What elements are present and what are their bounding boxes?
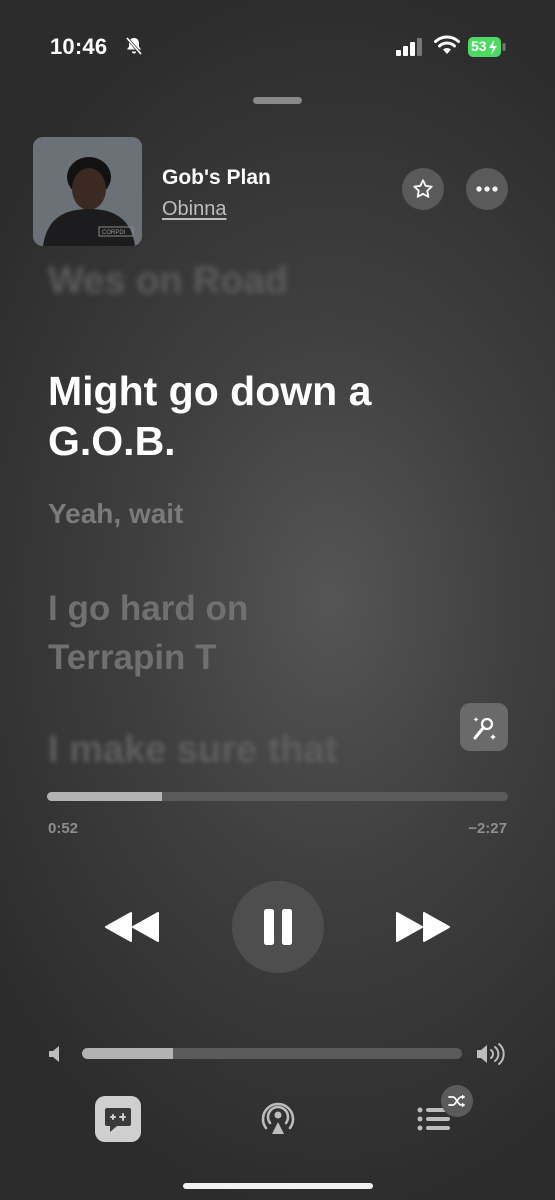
shuffle-badge[interactable] bbox=[441, 1085, 473, 1117]
artist-link[interactable]: Obinna bbox=[162, 198, 227, 221]
shuffle-icon bbox=[448, 1094, 465, 1108]
playback-progress-fill bbox=[47, 792, 163, 801]
ellipsis-icon bbox=[476, 186, 498, 192]
home-indicator bbox=[183, 1183, 373, 1189]
sheet-grabber[interactable] bbox=[253, 97, 302, 104]
battery-level: 53 bbox=[471, 38, 487, 54]
volume-low-icon bbox=[49, 1046, 59, 1062]
volume-level-fill bbox=[82, 1048, 174, 1059]
wifi-icon bbox=[434, 35, 460, 54]
pause-icon bbox=[264, 909, 292, 945]
microphone-sparkle-icon bbox=[473, 717, 496, 740]
song-title[interactable]: Gob's Plan bbox=[162, 166, 271, 190]
star-icon bbox=[413, 179, 433, 198]
album-artwork[interactable]: CORPDI bbox=[33, 137, 142, 246]
favorite-button[interactable] bbox=[402, 168, 444, 210]
sing-along-button[interactable] bbox=[460, 703, 508, 751]
fast-forward-icon bbox=[396, 912, 450, 942]
playback-scrubber[interactable] bbox=[47, 792, 508, 801]
volume-slider[interactable] bbox=[82, 1048, 462, 1059]
fast-forward-button[interactable] bbox=[395, 910, 451, 944]
lyric-line-previous[interactable]: Wes on Road bbox=[48, 258, 488, 304]
remaining-time: −2:27 bbox=[468, 820, 507, 837]
status-time: 10:46 bbox=[50, 34, 108, 59]
more-options-button[interactable] bbox=[466, 168, 508, 210]
lyric-line-next[interactable]: I make sure that bbox=[48, 727, 488, 773]
elapsed-time: 0:52 bbox=[48, 820, 79, 837]
lyric-line-next[interactable]: I go hard on Terrapin T bbox=[48, 584, 308, 682]
battery-charging-icon: 53 bbox=[468, 37, 506, 57]
cellular-signal-icon bbox=[396, 38, 422, 56]
lyric-line-next[interactable]: Yeah, wait bbox=[48, 497, 488, 531]
artwork-caption: CORPDI bbox=[102, 230, 126, 236]
lyrics-toggle-button[interactable] bbox=[95, 1096, 141, 1142]
airplay-icon[interactable] bbox=[258, 1098, 298, 1138]
lyrics-quote-icon bbox=[105, 1108, 131, 1132]
rewind-button[interactable] bbox=[104, 910, 160, 944]
lyric-line-current[interactable]: Might go down a G.O.B. bbox=[48, 366, 488, 466]
bell-slash-icon bbox=[125, 37, 143, 55]
volume-high-icon bbox=[477, 1043, 505, 1065]
play-pause-button[interactable] bbox=[232, 881, 324, 973]
rewind-icon bbox=[105, 912, 159, 942]
